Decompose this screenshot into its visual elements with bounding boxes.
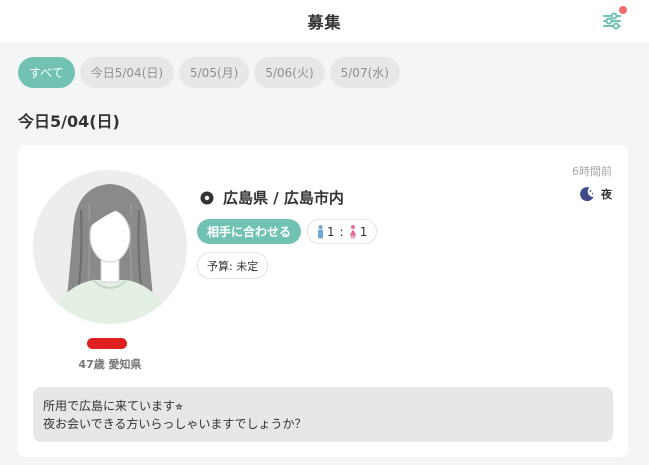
female-person-icon — [349, 224, 357, 238]
post-card[interactable]: 6時間前 夜 47歳 愛知県 広島県 / 広島市内 相手に合わせる 1: 1 … — [18, 145, 628, 457]
post-message: 所用で広島に来ています⭐︎ 夜お会いできる方いらっしゃいますでしょうか？ — [33, 387, 613, 442]
tag-row: 相手に合わせる 1 : 1 — [197, 219, 378, 244]
female-count: 1 — [359, 224, 368, 239]
tab-all[interactable]: すべて — [18, 57, 75, 88]
avatar[interactable] — [33, 170, 187, 324]
location-label: 広島県 / 広島市内 — [223, 189, 344, 207]
tab-date-0505[interactable]: 5/05(月) — [179, 57, 250, 88]
message-line-2: 夜お会いできる方いらっしゃいますでしょうか？ — [43, 417, 307, 431]
sliders-icon — [603, 12, 621, 30]
gender-count: 1 : 1 — [307, 219, 378, 244]
male-person-icon — [318, 224, 324, 238]
avatar-illustration — [33, 170, 187, 324]
filter-button[interactable] — [601, 6, 627, 32]
page-title: 募集 — [307, 13, 342, 32]
app-header: 募集 — [0, 0, 649, 42]
location: 広島県 / 広島市内 — [200, 187, 344, 208]
moon-icon — [580, 187, 594, 202]
budget-badge: 予算: 未定 — [197, 252, 269, 279]
count-separator: : — [339, 224, 344, 239]
location-pin-icon — [200, 191, 214, 204]
user-name-redacted — [87, 338, 127, 349]
notification-dot — [619, 6, 627, 14]
match-badge: 相手に合わせる — [197, 219, 302, 244]
user-age-location: 47歳 愛知県 — [78, 358, 142, 371]
message-line-1: 所用で広島に来ています⭐︎ — [43, 399, 184, 413]
date-tabs: すべて 今日5/04(日) 5/05(月) 5/06(火) 5/07(水) — [18, 57, 400, 88]
tab-today[interactable]: 今日5/04(日) — [79, 57, 174, 88]
posted-time: 6時間前 — [572, 165, 612, 178]
tab-date-0507[interactable]: 5/07(水) — [329, 57, 400, 88]
male-count: 1 — [327, 224, 335, 239]
tab-date-0506[interactable]: 5/06(火) — [254, 57, 325, 88]
section-title: 今日5/04(日) — [18, 112, 120, 131]
time-of-day-label: 夜 — [601, 188, 612, 201]
time-of-day: 夜 — [579, 186, 612, 202]
